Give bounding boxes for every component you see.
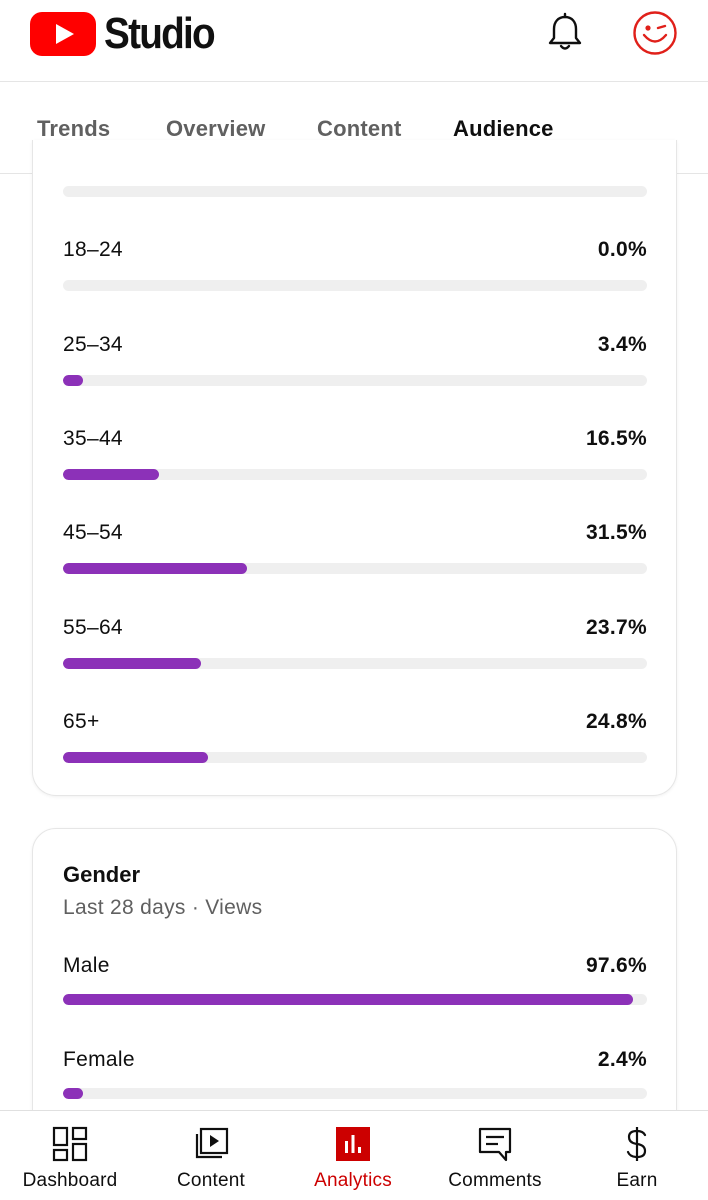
nav-label: Earn [616,1170,658,1191]
age-bar-fill [63,563,247,574]
logo-text: Studio [104,9,216,58]
age-label: 35–44 [63,427,123,450]
nav-analytics[interactable]: Analytics [283,1111,423,1200]
tab-trends[interactable]: Trends [37,116,110,142]
age-bar-track [63,469,647,480]
age-percent: 16.5% [585,427,647,450]
age-label: 18–24 [63,238,123,261]
youtube-play-icon [30,12,96,56]
nav-earn[interactable]: Earn [567,1111,707,1200]
card-title: Gender [63,862,141,887]
comments-icon [478,1127,512,1162]
tab-overview[interactable]: Overview [166,116,265,142]
age-label: 55–64 [63,616,123,639]
age-percent: 23.7% [585,616,647,639]
content-icon [195,1127,229,1159]
analytics-icon [336,1127,370,1161]
age-percent: 0.0% [597,238,647,261]
nav-label: Dashboard [22,1170,118,1191]
dashboard-icon [52,1126,88,1162]
nav-label: Comments [448,1170,542,1191]
age-bar-track [63,280,647,291]
nav-content[interactable]: Content [141,1111,281,1200]
gender-label: Female [63,1048,135,1071]
age-bar-track [63,563,647,574]
age-bar-track [63,658,647,669]
gender-percent: 2.4% [597,1048,647,1071]
avatar-icon[interactable] [632,10,678,56]
age-bar-track [63,752,647,763]
tab-audience[interactable]: Audience [453,116,554,142]
app-bar: Studio [0,0,708,82]
nav-comments[interactable]: Comments [425,1111,565,1200]
earn-icon [626,1127,647,1161]
tab-content[interactable]: Content [317,116,402,142]
gender-bar-fill [63,1088,84,1099]
gender-bar-fill [63,994,633,1005]
gender-percent: 97.6% [585,954,647,977]
nav-label: Analytics [314,1170,392,1191]
bottom-nav: Dashboard Content Analytics Comments Ear… [0,1110,708,1200]
age-percent: 3.4% [597,333,647,356]
age-bar-fill [63,658,202,669]
gender-bar-track [63,1088,647,1099]
age-percent: 24.8% [585,710,647,733]
nav-label: Content [177,1170,245,1191]
gender-bar-track [63,994,647,1005]
bell-icon[interactable] [544,12,586,54]
card-subtitle: Last 28 days · Views [63,896,263,919]
studio-logo[interactable]: Studio [30,9,229,59]
age-label: 25–34 [63,333,123,356]
age-bar-fill [63,469,160,480]
age-bar-fill [63,752,208,763]
partial-progress-bar [63,186,647,197]
age-bar-track [63,375,647,386]
age-bar-fill [63,375,84,386]
age-card: 18–24 0.0% 25–34 3.4% 35–44 16.5% 45–54 … [32,140,677,796]
nav-dashboard[interactable]: Dashboard [0,1111,140,1200]
gender-label: Male [63,954,110,977]
age-percent: 31.5% [585,521,647,544]
age-label: 65+ [63,710,100,733]
age-label: 45–54 [63,521,123,544]
